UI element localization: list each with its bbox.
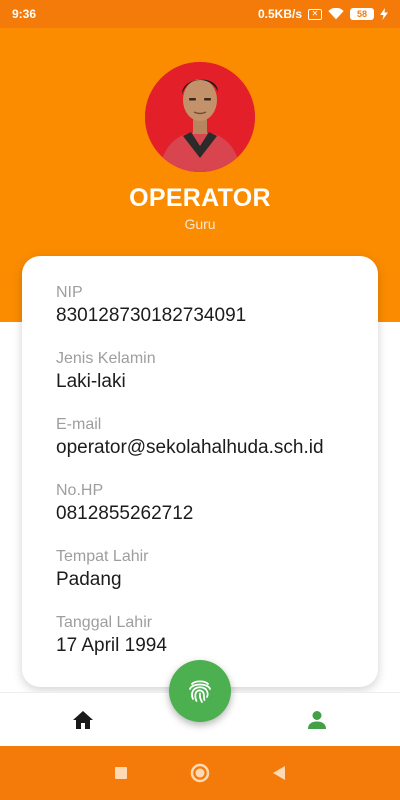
system-navigation-bar (0, 746, 400, 800)
home-icon (73, 711, 93, 729)
nav-profile-button[interactable] (304, 708, 330, 732)
field-label: No.HP (56, 482, 104, 499)
field-email: E-mail operator@sekolahalhuda.sch.id (56, 416, 378, 462)
battery-icon: 58 (350, 8, 374, 20)
field-label: NIP (56, 284, 83, 301)
wifi-icon (328, 8, 344, 20)
field-value: 17 April 1994 (56, 635, 167, 656)
field-value: Padang (56, 569, 122, 590)
status-bar: 9:36 0.5KB/s ✕ 58 (0, 0, 400, 28)
square-icon (115, 767, 128, 779)
recents-button[interactable] (110, 762, 132, 784)
field-nip: NIP 830128730182734091 (56, 284, 378, 330)
field-birthplace: Tempat Lahir Padang (56, 548, 378, 594)
fingerprint-button[interactable] (169, 660, 231, 722)
profile-details-card: NIP 830128730182734091 Jenis Kelamin Lak… (22, 256, 378, 687)
network-speed: 0.5KB/s (257, 7, 302, 21)
field-label: Tempat Lahir (56, 548, 149, 565)
field-label: Tanggal Lahir (56, 614, 153, 631)
field-birthdate: Tanggal Lahir 17 April 1994 (56, 614, 378, 660)
field-gender: Jenis Kelamin Laki-laki (56, 350, 378, 396)
nav-home-button[interactable] (70, 708, 96, 732)
field-value: Laki-laki (56, 371, 126, 392)
circle-icon (190, 763, 210, 783)
avatar (145, 62, 255, 172)
avatar-photo (145, 62, 255, 172)
fingerprint-icon (189, 680, 211, 703)
person-icon (308, 711, 326, 729)
field-phone: No.HP 0812855262712 (56, 482, 378, 528)
field-value: 830128730182734091 (56, 305, 247, 326)
home-system-button[interactable] (189, 762, 211, 784)
field-value: operator@sekolahalhuda.sch.id (56, 437, 324, 458)
charging-icon (380, 8, 388, 20)
no-sim-icon: ✕ (308, 8, 322, 20)
back-button[interactable] (268, 762, 290, 784)
field-label: E-mail (56, 416, 102, 433)
profile-role: Guru (184, 216, 216, 232)
field-value: 0812855262712 (56, 503, 194, 524)
status-time: 9:36 (12, 7, 37, 21)
field-label: Jenis Kelamin (56, 350, 156, 367)
back-triangle-icon (272, 766, 285, 780)
status-icons: 0.5KB/s ✕ 58 (258, 7, 388, 21)
profile-name: OPERATOR (129, 184, 271, 212)
